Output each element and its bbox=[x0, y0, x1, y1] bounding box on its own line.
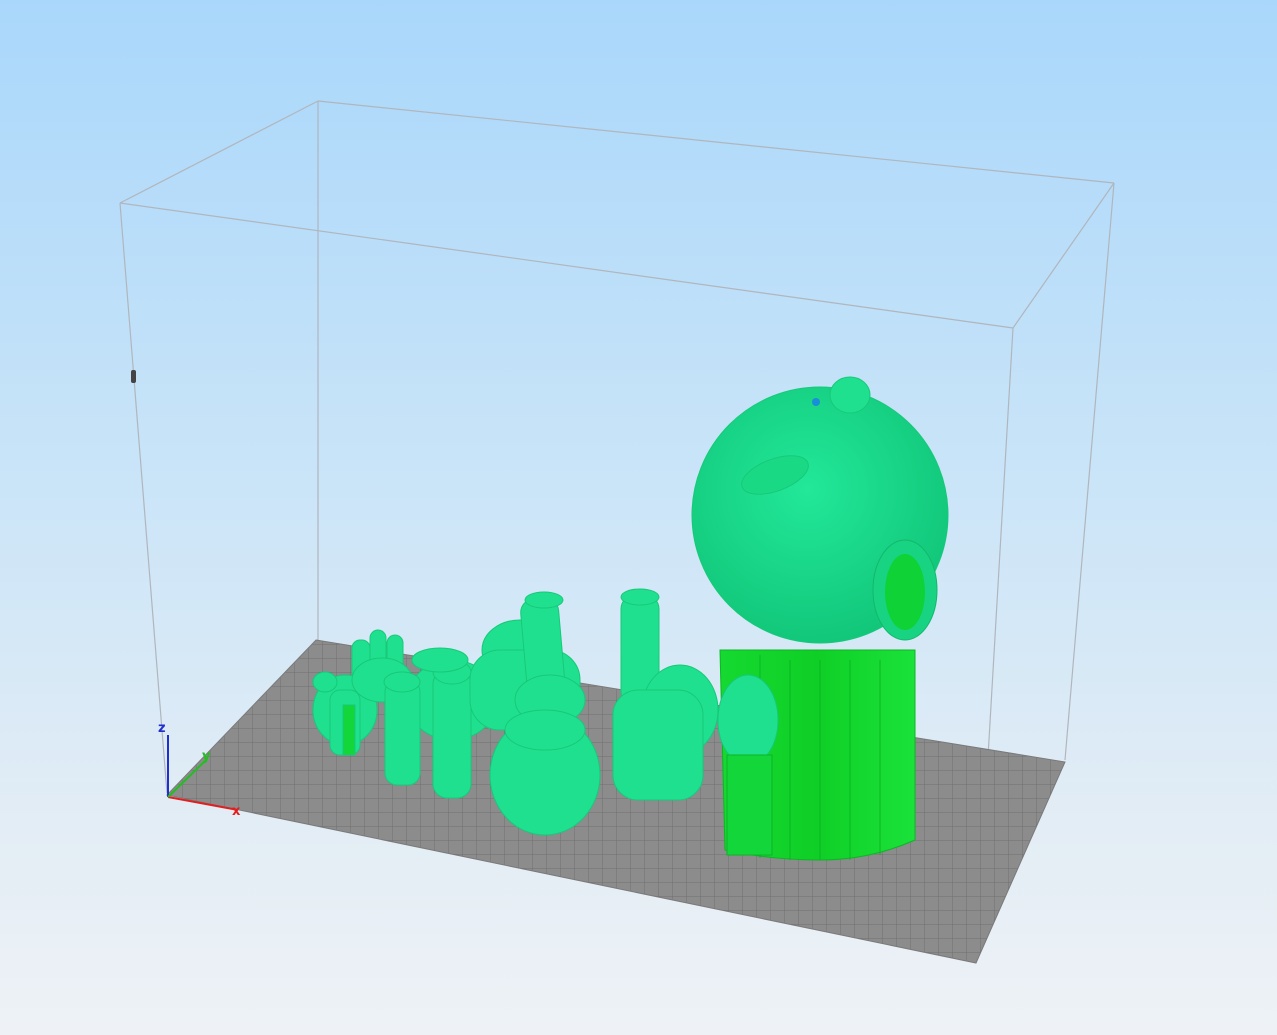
print-preview-scene[interactable]: z x y bbox=[0, 0, 1277, 1035]
model-foot[interactable] bbox=[489, 709, 601, 836]
model-torso-piece[interactable] bbox=[469, 591, 586, 731]
z-axis-label: z bbox=[158, 721, 166, 736]
model-boot[interactable] bbox=[612, 588, 719, 801]
y-axis-label: y bbox=[202, 749, 211, 764]
print-bed bbox=[166, 639, 1066, 964]
layer-slider-handle[interactable] bbox=[131, 370, 136, 383]
support-structure[interactable] bbox=[717, 649, 916, 861]
model-head[interactable] bbox=[691, 376, 949, 644]
x-axis-label: x bbox=[232, 804, 241, 819]
3d-viewport[interactable]: z x y bbox=[0, 0, 1277, 1035]
